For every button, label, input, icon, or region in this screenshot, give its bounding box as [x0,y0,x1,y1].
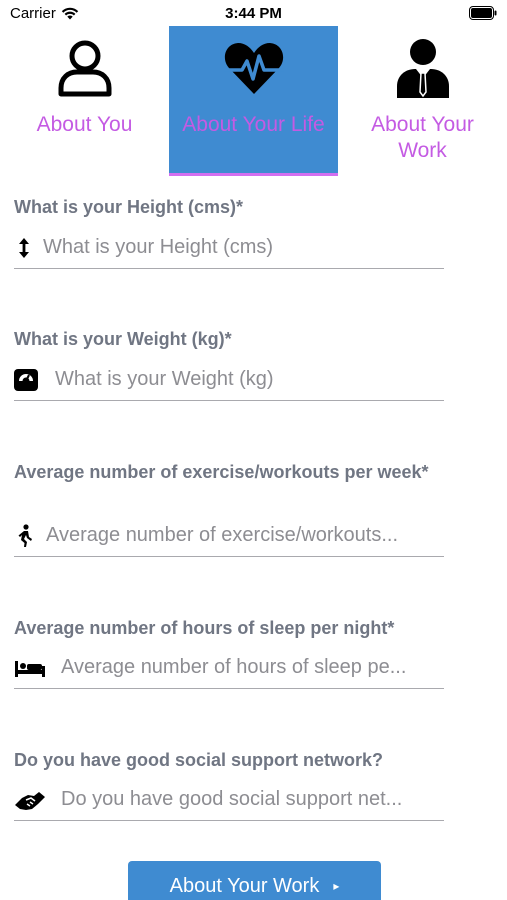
heartbeat-icon [223,43,284,94]
weight-label: What is your Weight (kg)* [14,329,232,349]
social-support-input-row [14,779,444,821]
exercise-field: Average number of exercise/workouts per … [14,461,444,557]
exercise-input-row [14,515,444,557]
sleep-input[interactable] [61,651,443,683]
social-support-label: Do you have good social support network? [14,750,384,770]
height-input-row [14,227,444,269]
tab-about-your-work[interactable]: About Your Work [338,26,507,176]
tab-label: About You [36,113,133,136]
user-outline-icon [58,40,111,97]
social-support-field: Do you have good social support network? [14,749,444,821]
about-your-work-button[interactable]: About Your Work ▸ [128,861,381,900]
social-support-input[interactable] [61,783,443,815]
weight-field: What is your Weight (kg)* [14,328,444,401]
status-time: 3:44 PM [225,5,282,22]
bed-icon [15,661,45,677]
weight-input[interactable] [55,363,443,395]
tab-label: About Your Work [371,113,474,162]
exercise-label: Average number of exercise/workouts per … [14,462,429,482]
businessman-icon [396,39,449,98]
handshake-icon [15,792,45,810]
tab-label: About Your Life [182,113,325,136]
weight-input-row [14,359,444,401]
tab-about-your-life[interactable]: About Your Life [169,26,338,176]
walking-person-icon [18,524,32,547]
tab-about-you[interactable]: About You [0,26,169,176]
height-field: What is your Height (cms)* [14,196,444,269]
section-tabs: About You About Your Life About Your Wor… [0,26,507,176]
battery-icon [469,6,497,20]
status-bar: Carrier 3:44 PM [0,0,507,26]
vertical-arrows-icon [19,238,29,258]
exercise-input[interactable] [46,519,443,551]
chevron-right-icon: ▸ [333,879,340,893]
height-label: What is your Height (cms)* [14,197,244,217]
weight-scale-icon [14,369,38,391]
sleep-input-row [14,647,444,689]
height-input[interactable] [43,231,443,263]
sleep-label: Average number of hours of sleep per nig… [14,618,395,638]
sleep-field: Average number of hours of sleep per nig… [14,617,444,689]
next-button-label: About Your Work [169,874,320,897]
